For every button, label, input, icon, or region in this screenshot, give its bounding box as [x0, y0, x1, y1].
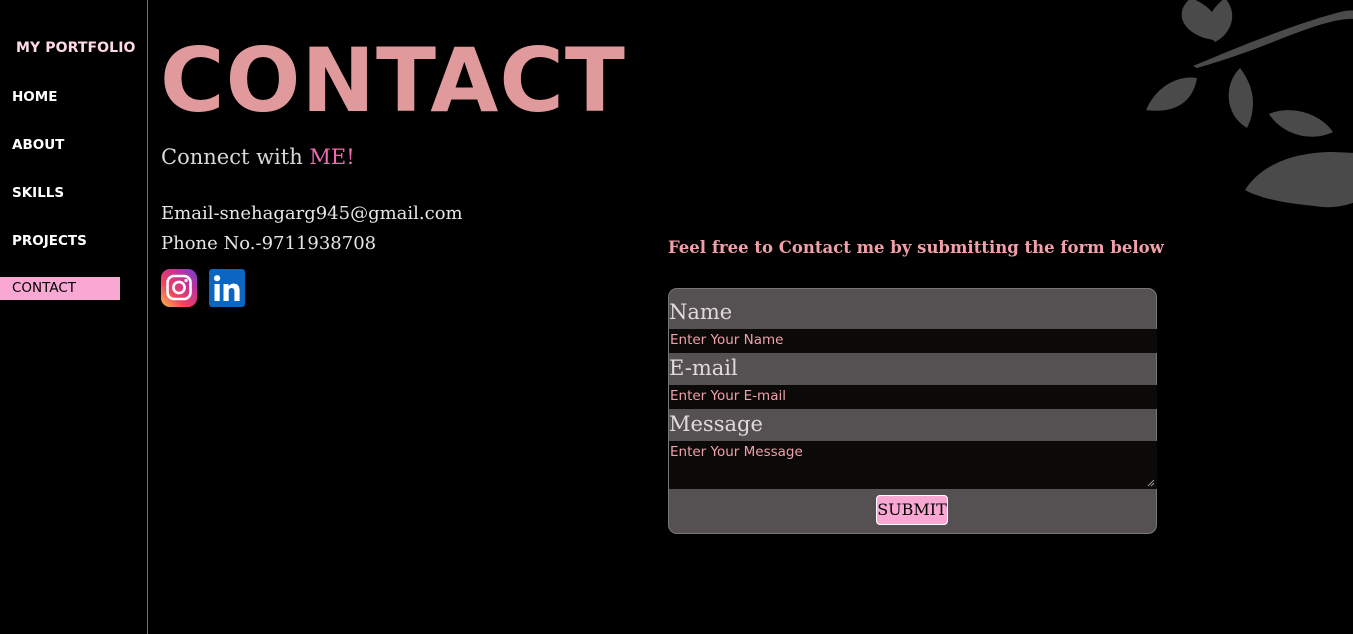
page-title: CONTACT — [160, 29, 626, 132]
message-label: Message — [669, 412, 763, 436]
name-label: Name — [669, 300, 733, 324]
form-intro-text: Feel free to Contact me by submitting th… — [668, 238, 1164, 257]
email-label: E-mail — [669, 356, 738, 380]
message-placeholder: Enter Your Message — [670, 444, 803, 460]
nav-item-about[interactable]: ABOUT — [0, 134, 120, 157]
connect-accent: ME! — [309, 145, 355, 169]
brand-logo-text[interactable]: MY PORTFOLIO — [16, 40, 136, 56]
resize-grip-icon[interactable] — [1147, 479, 1155, 487]
email-text: Email-snehagarg945@gmail.com — [161, 203, 463, 224]
connect-prefix: Connect with — [161, 145, 310, 169]
message-textarea[interactable]: Enter Your Message — [669, 441, 1157, 489]
phone-text: Phone No.-9711938708 — [161, 233, 377, 254]
submit-button[interactable]: SUBMIT — [876, 495, 948, 525]
instagram-icon[interactable] — [161, 268, 197, 308]
name-input[interactable]: Enter Your Name — [669, 329, 1157, 353]
connect-heading: Connect with ME! — [161, 145, 355, 169]
nav-item-home[interactable]: HOME — [0, 86, 120, 109]
nav-item-skills[interactable]: SKILLS — [0, 182, 120, 205]
nav-item-contact[interactable]: CONTACT — [0, 277, 120, 300]
nav-item-projects[interactable]: PROJECTS — [0, 230, 120, 253]
email-input[interactable]: Enter Your E-mail — [669, 385, 1157, 409]
contact-form: Name Enter Your Name E-mail Enter Your E… — [668, 288, 1157, 534]
linkedin-icon[interactable] — [209, 268, 245, 308]
sidebar: MY PORTFOLIO HOME ABOUT SKILLS PROJECTS … — [0, 0, 148, 634]
leaf-branch-icon — [1093, 0, 1353, 215]
